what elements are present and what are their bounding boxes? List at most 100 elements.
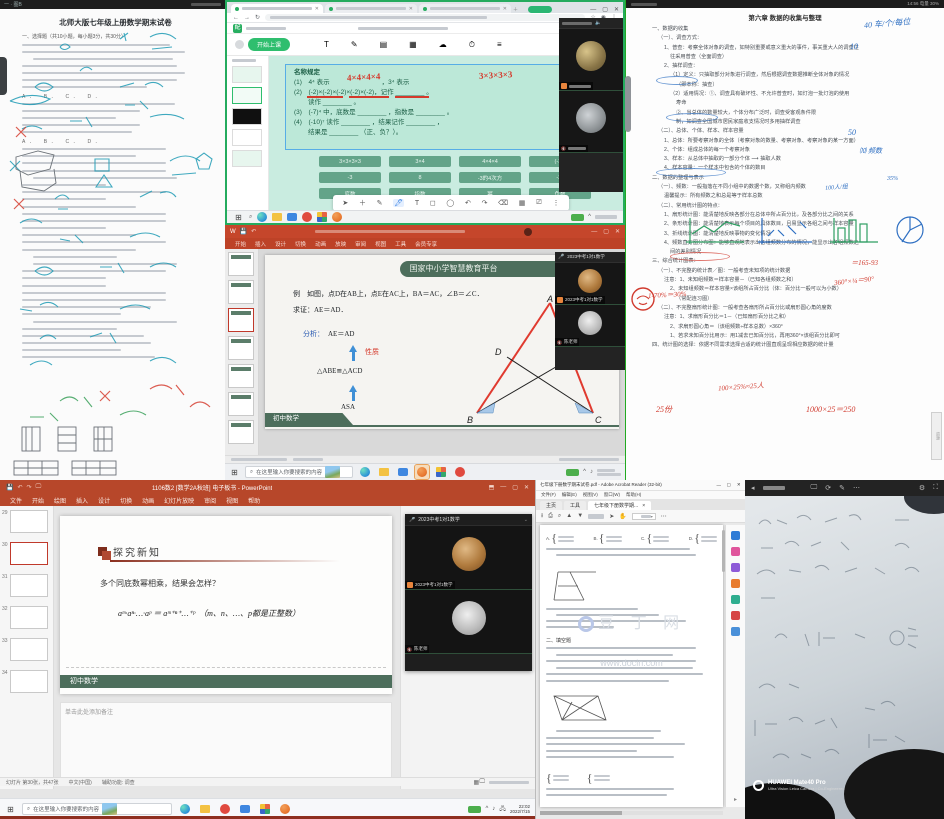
participant-video-tile[interactable]: 2023中考1对1数学: [405, 526, 532, 590]
ribbon-tab[interactable]: 插入: [76, 496, 88, 505]
close-icon[interactable]: ✕: [737, 482, 741, 488]
page-edge-tag[interactable]: 资源: [931, 412, 942, 460]
slide-thumbnail[interactable]: [228, 252, 254, 276]
maximize-icon[interactable]: ▢: [727, 482, 731, 488]
conference-float-window[interactable]: 🎤2023中考1对1数学 2023中考1对1数学 🔇陈老师: [555, 252, 625, 370]
participant-video-tile[interactable]: [559, 29, 623, 91]
conference-float-window[interactable]: 🎤2023中考1对1数学⌄ 2023中考1对1数学 🔇陈老师: [405, 514, 532, 671]
scrollbar-thumb[interactable]: [625, 76, 631, 132]
minimize-icon[interactable]: —: [500, 484, 506, 490]
ribbon-options-icon[interactable]: ⬒: [489, 484, 495, 491]
taskbar-app[interactable]: [396, 465, 410, 479]
pen-tool-icon[interactable]: ◯: [446, 199, 454, 207]
ribbon-tab[interactable]: 切换: [120, 496, 132, 505]
tray-clock[interactable]: [595, 215, 617, 219]
pen-tool-icon[interactable]: ⋮: [552, 199, 559, 207]
app-icon[interactable]: [287, 213, 297, 221]
edge-icon[interactable]: [257, 212, 267, 222]
start-menu-icon[interactable]: ⊞: [229, 467, 240, 478]
toolbar-tool-icon[interactable]: T: [324, 40, 329, 50]
undo-icon[interactable]: ↶: [251, 228, 256, 235]
participant-video-tile[interactable]: 2023中考1对1数学: [555, 263, 625, 305]
weather-widget-icon[interactable]: [102, 803, 117, 815]
menu-item[interactable]: 审阅: [355, 240, 366, 248]
taskbar-app-edge[interactable]: [358, 465, 372, 479]
menu-item[interactable]: 帮助(H): [626, 492, 641, 498]
close-icon[interactable]: ×: [642, 503, 645, 509]
annotate-icon[interactable]: ✎: [839, 484, 845, 492]
undo-icon[interactable]: ↶: [17, 484, 22, 491]
menu-item[interactable]: 放映: [335, 240, 346, 248]
timer-icon[interactable]: [235, 40, 244, 49]
select-tool-icon[interactable]: ➤: [609, 513, 614, 520]
close-icon[interactable]: ✕: [409, 6, 413, 12]
save-icon[interactable]: 💾: [240, 228, 247, 235]
ribbon-tab[interactable]: 动画: [142, 496, 154, 505]
back-icon[interactable]: ←: [233, 15, 239, 21]
zoom-level-box[interactable]: ▾: [632, 513, 656, 520]
taskbar-app[interactable]: [453, 465, 467, 479]
toolbar-tool-icon[interactable]: ⏱: [469, 40, 475, 50]
hand-tool-icon[interactable]: ✋: [619, 513, 626, 520]
maximize-icon[interactable]: ▢: [603, 228, 609, 235]
close-icon[interactable]: ✕: [524, 484, 529, 491]
slide-thumbnail[interactable]: 33: [2, 638, 51, 661]
save-icon[interactable]: ⭳: [541, 511, 543, 521]
address-bar[interactable]: [265, 14, 585, 21]
taskbar-app[interactable]: [238, 802, 252, 816]
tab-tools[interactable]: 工具: [564, 501, 586, 510]
menu-item[interactable]: 视图(V): [583, 492, 598, 498]
edit-tool-icon[interactable]: [731, 563, 740, 572]
app-icon[interactable]: [317, 212, 327, 222]
toolbar-tool-icon[interactable]: ✎: [351, 40, 358, 50]
expand-rail-icon[interactable]: ▸: [734, 796, 737, 803]
participant-video-tile[interactable]: 🔇: [559, 91, 623, 153]
search-icon[interactable]: ⌕: [249, 214, 252, 221]
camera-video-frame[interactable]: HUAWEI Mate40 Pro Ultra Vision Leica Cam…: [745, 496, 944, 819]
pen-tool-icon[interactable]: T: [415, 200, 419, 207]
minimize-icon[interactable]: —: [591, 229, 597, 235]
pen-tool-icon[interactable]: ＋: [359, 198, 366, 208]
slide-thumbnail[interactable]: [232, 66, 262, 83]
volume-icon[interactable]: ♪: [492, 806, 495, 812]
browser-tab[interactable]: ✕: [419, 4, 511, 13]
slide-thumbnail[interactable]: 34: [2, 670, 51, 693]
zoom-slider[interactable]: [559, 458, 619, 461]
maximize-icon[interactable]: ▢: [602, 6, 608, 13]
menu-item[interactable]: 会员专享: [415, 240, 437, 248]
file-explorer-icon[interactable]: [272, 213, 282, 221]
side-drawer-tab[interactable]: [0, 57, 7, 95]
chevron-up-icon[interactable]: ^: [485, 806, 488, 812]
slide-thumbnail[interactable]: 32: [2, 606, 51, 629]
menu-item[interactable]: 工具: [395, 240, 406, 248]
slide-thumbnail[interactable]: [232, 108, 262, 125]
participant-video-tile[interactable]: 🔇陈老师: [405, 590, 532, 654]
page-number-box[interactable]: [588, 514, 604, 519]
close-icon[interactable]: ✕: [615, 228, 620, 235]
ribbon-tab[interactable]: 视图: [226, 496, 238, 505]
tab-home[interactable]: 主页: [540, 501, 562, 510]
slide-thumbnail[interactable]: [228, 392, 254, 416]
convert-tool-icon[interactable]: [731, 595, 740, 604]
account-avatar[interactable]: [524, 228, 532, 236]
volume-icon[interactable]: ♪: [590, 469, 593, 475]
answer-chip-button[interactable]: 3×4: [389, 156, 451, 167]
toolbar-tool-icon[interactable]: ▤: [380, 40, 388, 50]
menu-item[interactable]: 视图: [375, 240, 386, 248]
comment-tool-icon[interactable]: [731, 531, 740, 540]
settings-icon[interactable]: ⚙: [919, 484, 925, 492]
slide-thumbnail[interactable]: [228, 420, 254, 444]
tray-clock[interactable]: 22:022022/7/15: [510, 804, 530, 815]
new-tab-button[interactable]: ＋: [513, 6, 518, 13]
toolbar-tool-icon[interactable]: ☁: [439, 40, 447, 50]
battery-badge[interactable]: [566, 469, 579, 476]
ribbon-tab[interactable]: 帮助: [248, 496, 260, 505]
stamp-tool-icon[interactable]: [731, 579, 740, 588]
screenshare-icon[interactable]: 🖵: [811, 484, 818, 492]
browser-tab[interactable]: ✕: [231, 4, 323, 13]
maximize-icon[interactable]: ▢: [512, 484, 518, 491]
page-up-icon[interactable]: ▲: [566, 513, 572, 519]
battery-badge[interactable]: [468, 806, 481, 813]
pen-tool-icon[interactable]: ↷: [482, 199, 488, 207]
close-icon[interactable]: ✕: [614, 6, 619, 13]
